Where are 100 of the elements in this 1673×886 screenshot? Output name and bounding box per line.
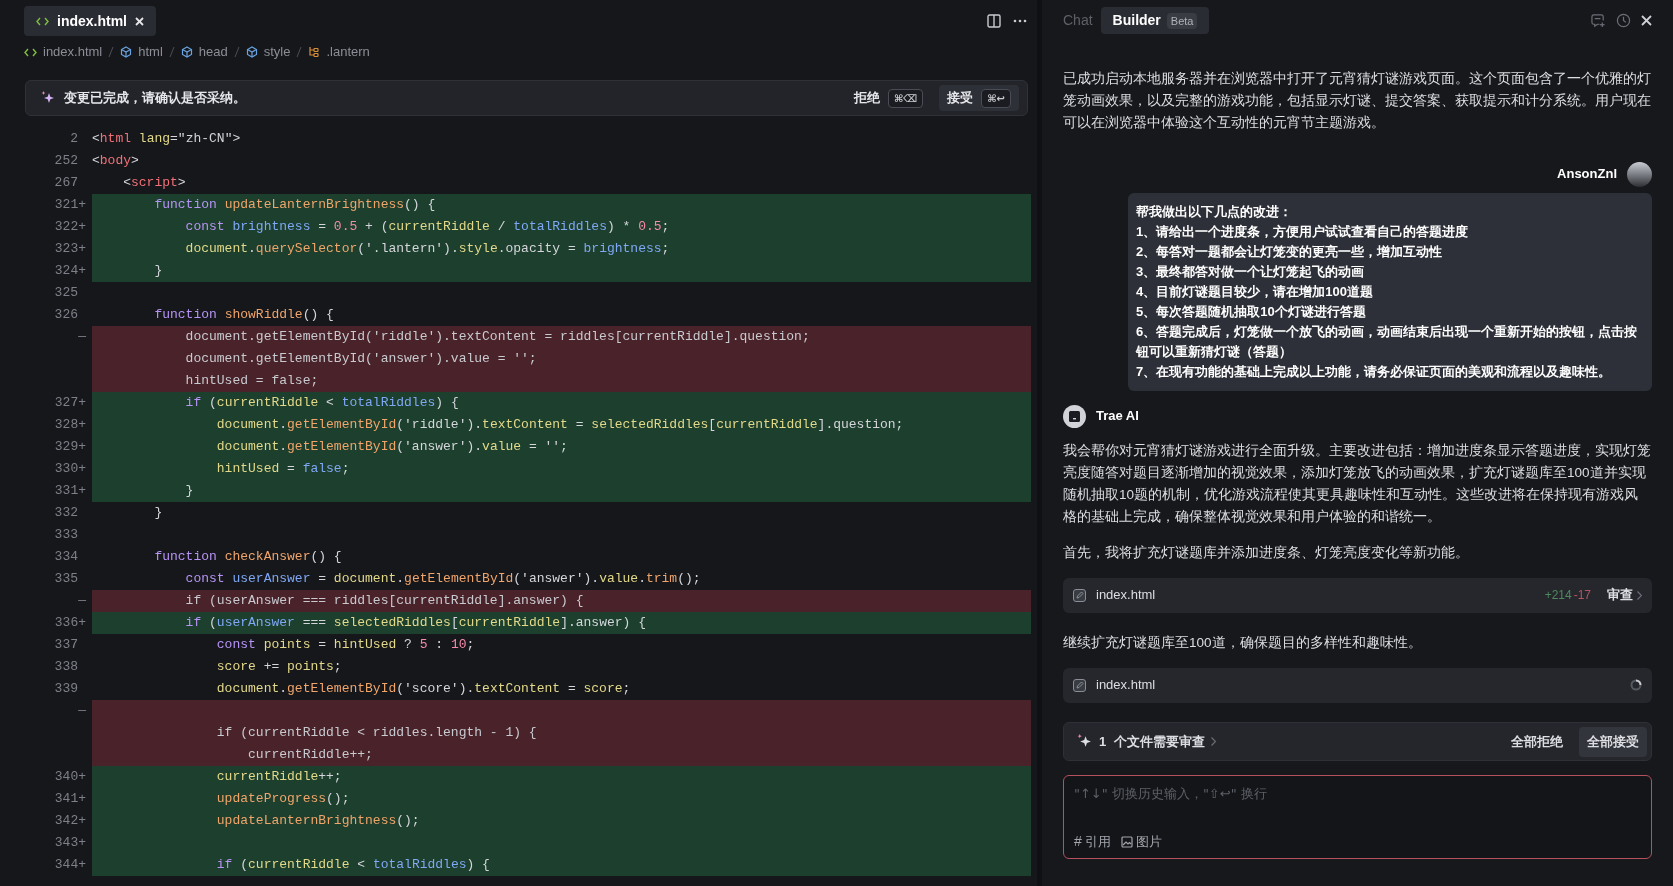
message-text: 已成功启动本地服务器并在浏览器中打开了元宵猜灯谜游戏页面。这个页面包含了一个优雅的灯笼动画效果，以及完整的游戏功能，包括显示灯谜、提交答案、获取提示和计分系统。用户现在可以在浏览器中体验这个互动性的元宵节主题游戏。 <box>1063 69 1652 132</box>
panel-tab[interactable]: Builder Beta <box>1100 7 1210 35</box>
code-line: document.getElementById('answer').value = ''; <box>184 350 537 369</box>
edit-icon <box>1073 588 1086 602</box>
line-number: 342+ <box>54 813 86 829</box>
code-icon <box>24 47 37 57</box>
assistant-name: Trae AI <box>1096 407 1139 426</box>
code-line: <html lang="zh-CN"> <box>92 130 241 149</box>
breadcrumb-separator <box>233 46 240 58</box>
breadcrumb-item[interactable]: .lantern <box>326 42 370 62</box>
line-number: 252 <box>54 153 78 169</box>
line-number: 326 <box>54 307 78 323</box>
line-number: 340+ <box>54 769 86 785</box>
line-number: 321+ <box>54 197 86 213</box>
reject-all-button[interactable]: 全部拒绝 <box>1501 726 1573 757</box>
shortcut-key: ⌘⌫ <box>887 88 924 108</box>
accept-all-button[interactable]: 全部接受 <box>1579 726 1647 757</box>
line-number: 333 <box>54 527 78 543</box>
files-review-link[interactable]: 1 个文件需要审查 <box>1099 731 1217 752</box>
code-line: } <box>153 262 163 281</box>
code-line: score += points; <box>215 658 342 677</box>
code-line: document.getElementById('riddle').textContent = selectedRiddles[currentRiddle].question; <box>215 416 904 435</box>
code-line: updateProgress(); <box>215 790 350 809</box>
code-line: if (userAnswer === selectedRiddles[currentRiddle].answer) { <box>184 614 646 633</box>
message-text: 我会帮你对元宵猜灯谜游戏进行全面升级。主要改进包括：增加进度条显示答题进度，实现灯笼亮度随答对题目逐渐增加的视觉效果，添加灯笼放飞的动画效果，扩充灯谜题库至100道并实现随机抽取10题的机制，优化游戏流程使其更具趣味性和互动性。这些改进将在保持现有游戏风格的基础上完成，确保整体视觉效果和用户体验的和谐统一。 <box>1063 441 1652 526</box>
accept-button[interactable]: 接受 ⌘↩ <box>939 85 1019 111</box>
code-line: const points = hintUsed ? 5 : 10; <box>215 636 475 655</box>
line-number: 344+ <box>54 857 86 873</box>
close-icon[interactable] <box>135 16 144 26</box>
line-number: 343+ <box>54 835 86 851</box>
split-view-icon[interactable] <box>987 14 1001 28</box>
line-number: 336+ <box>54 615 86 631</box>
code-line: function checkAnswer() { <box>153 548 342 567</box>
review-label: 个文件需要审查 <box>1114 732 1206 751</box>
code-line: if (currentRiddle < riddles.length - 1) { <box>215 724 537 743</box>
history-icon[interactable] <box>1616 13 1631 29</box>
code-line: if (userAnswer === riddles[currentRiddle].answer) { <box>184 592 584 611</box>
cube-icon <box>120 46 133 58</box>
code-line: updateLanternBrightness(); <box>215 812 420 831</box>
code-line: } <box>153 504 163 523</box>
breadcrumb-separator <box>168 46 175 58</box>
code-line: document.getElementById('answer').value = ''; <box>215 438 568 457</box>
line-number: 331+ <box>54 483 86 499</box>
reference-button[interactable]: # 引用 <box>1074 831 1111 852</box>
shortcut-key: ⌘↩ <box>981 88 1011 108</box>
line-number: 328+ <box>54 417 86 433</box>
beta-badge: Beta <box>1166 12 1198 30</box>
line-number: 329+ <box>54 439 86 455</box>
code-line: currentRiddle++; <box>247 746 373 765</box>
code-line: if (currentRiddle < totalRiddles) { <box>215 856 490 875</box>
message-text: 继续扩充灯谜题库至100道，确保题目的多样性和趣味性。 <box>1063 633 1423 652</box>
line-number: 323+ <box>54 241 86 257</box>
close-icon[interactable] <box>1641 15 1652 27</box>
line-number: 324+ <box>54 263 86 279</box>
selector-icon <box>308 46 321 58</box>
code-line: <script> <box>122 174 186 193</box>
tab-label: index.html <box>57 11 127 31</box>
image-button[interactable]: 图片 <box>1120 831 1162 852</box>
code-line: const brightness = 0.5 + (currentRiddle / totalRiddles) * 0.5; <box>184 218 670 237</box>
chat-input-field[interactable]: "↑↓" 切换历史输入，"⇧↩" 换行 <box>1074 784 1641 804</box>
line-number: 322+ <box>54 219 86 235</box>
assistant-avatar-icon <box>1063 404 1086 428</box>
code-icon <box>36 16 49 26</box>
added-count: +214 <box>1544 587 1572 605</box>
notice-message: 变更已完成，请确认是否采纳。 <box>64 89 246 108</box>
edit-icon <box>1073 678 1086 692</box>
cube-icon <box>180 46 193 58</box>
code-line: <body> <box>92 152 139 171</box>
file-tab[interactable]: index.html <box>24 6 156 36</box>
cube-icon <box>245 46 258 58</box>
breadcrumb-item[interactable]: head <box>198 42 228 62</box>
line-number: 334 <box>54 549 78 565</box>
code-line: const userAnswer = document.getElementById('answer').value.trim(); <box>184 570 701 589</box>
image-icon <box>1120 835 1133 848</box>
code-line: function showRiddle() { <box>153 306 334 325</box>
breadcrumb-item[interactable]: style <box>263 42 291 62</box>
avatar <box>1627 161 1652 187</box>
file-card[interactable]: index.html <box>1063 667 1652 703</box>
file-name: index.html <box>1096 586 1156 605</box>
chevron-right-icon <box>1211 737 1217 747</box>
message-text: 首先，我将扩充灯谜题库并添加进度条、灯笼亮度变化等新功能。 <box>1063 543 1470 562</box>
breadcrumb-item[interactable]: html <box>138 42 163 62</box>
file-card[interactable]: index.html +214 -17 审查 <box>1063 577 1652 613</box>
line-number: 330+ <box>54 461 86 477</box>
line-number: 341+ <box>54 791 86 807</box>
hash-icon: # <box>1074 831 1082 852</box>
line-number: 2 <box>70 131 78 147</box>
code-line: hintUsed = false; <box>215 460 350 479</box>
new-chat-icon[interactable] <box>1591 13 1606 29</box>
breadcrumb-item[interactable]: index.html <box>43 42 103 62</box>
review-link[interactable]: 审查 <box>1607 585 1642 605</box>
removed-count: -17 <box>1573 587 1591 605</box>
reject-button[interactable]: 拒绝 ⌘⌫ <box>845 85 932 111</box>
code-line: if (currentRiddle < totalRiddles) { <box>184 394 459 413</box>
more-icon[interactable] <box>1013 19 1027 23</box>
line-number: 335 <box>54 571 78 587</box>
line-number: — <box>78 703 86 719</box>
user-message: 帮我做出以下几点的改进： 1、请给出一个进度条，方便用户试试查看自己的答题进度 2、每答对一题都会让灯笼变的更亮一些，增加互动性 3、最终都答对做一个让灯笼起飞的动画 4、目前灯谜题目较少，请在增加100道题 5、每次答题随机抽取10个灯谜进行答题 6、答题完成后，灯笼做一个放飞的动画，动画结束后出现一个重新开始的按钮，点击按钮可以重新猜灯谜（答题） 7、在现有功能的基础上完成以上功能，请务必保证页面的美观和流程以及趣味性。 <box>1128 192 1652 391</box>
code-line: } <box>184 482 194 501</box>
code-line: document.querySelector('.lantern').style.opacity = brightness; <box>184 240 670 259</box>
